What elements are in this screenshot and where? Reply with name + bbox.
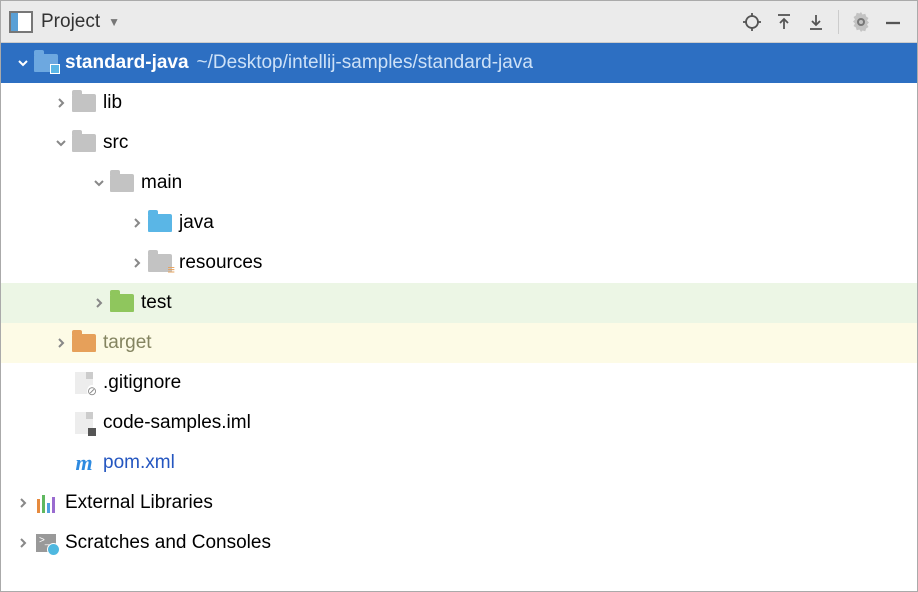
excluded-folder-icon [71,332,97,354]
module-path: ~/Desktop/intellij-samples/standard-java [197,52,533,74]
tree-folder-test[interactable]: test [1,283,917,323]
file-label: pom.xml [103,452,175,474]
resources-folder-icon [147,252,173,274]
scratches-icon [33,532,59,554]
minimize-icon[interactable] [877,6,909,38]
project-toolbar: Project ▼ [1,1,917,43]
node-label: External Libraries [65,492,213,514]
file-icon [71,372,97,394]
folder-label: src [103,132,128,154]
gear-icon[interactable] [845,6,877,38]
chevron-right-icon[interactable] [89,293,109,313]
project-view-title[interactable]: Project [41,11,100,33]
file-icon [71,412,97,434]
tree-file-pom[interactable]: m pom.xml [1,443,917,483]
chevron-right-icon[interactable] [127,253,147,273]
folder-label: java [179,212,214,234]
node-label: Scratches and Consoles [65,532,271,554]
module-name: standard-java [65,52,189,74]
tree-root-module[interactable]: standard-java ~/Desktop/intellij-samples… [1,43,917,83]
file-label: code-samples.iml [103,412,251,434]
folder-icon [109,172,135,194]
chevron-right-icon[interactable] [51,93,71,113]
toolbar-separator [838,10,839,34]
project-view-icon [9,11,33,33]
tree-file-iml[interactable]: code-samples.iml [1,403,917,443]
tree-folder-target[interactable]: target [1,323,917,363]
folder-icon [71,92,97,114]
file-label: .gitignore [103,372,181,394]
tree-file-gitignore[interactable]: .gitignore [1,363,917,403]
tree-external-libraries[interactable]: External Libraries [1,483,917,523]
module-folder-icon [33,52,59,74]
collapse-all-icon[interactable] [800,6,832,38]
chevron-down-icon[interactable] [13,53,33,73]
folder-icon [71,132,97,154]
folder-label: lib [103,92,122,114]
folder-label: target [103,332,152,354]
tree-folder-java[interactable]: java [1,203,917,243]
chevron-down-icon[interactable] [89,173,109,193]
test-folder-icon [109,292,135,314]
chevron-right-icon[interactable] [127,213,147,233]
tree-folder-lib[interactable]: lib [1,83,917,123]
libraries-icon [33,492,59,514]
locate-icon[interactable] [736,6,768,38]
tree-folder-src[interactable]: src [1,123,917,163]
chevron-right-icon[interactable] [13,533,33,553]
source-folder-icon [147,212,173,234]
chevron-down-icon[interactable] [51,133,71,153]
chevron-right-icon[interactable] [13,493,33,513]
folder-label: main [141,172,182,194]
folder-label: test [141,292,172,314]
tree-scratches-consoles[interactable]: Scratches and Consoles [1,523,917,563]
expand-all-icon[interactable] [768,6,800,38]
tree-folder-resources[interactable]: resources [1,243,917,283]
project-tree: standard-java ~/Desktop/intellij-samples… [1,43,917,563]
folder-label: resources [179,252,262,274]
dropdown-icon[interactable]: ▼ [108,15,120,29]
maven-icon: m [71,452,97,474]
chevron-right-icon[interactable] [51,333,71,353]
tree-folder-main[interactable]: main [1,163,917,203]
